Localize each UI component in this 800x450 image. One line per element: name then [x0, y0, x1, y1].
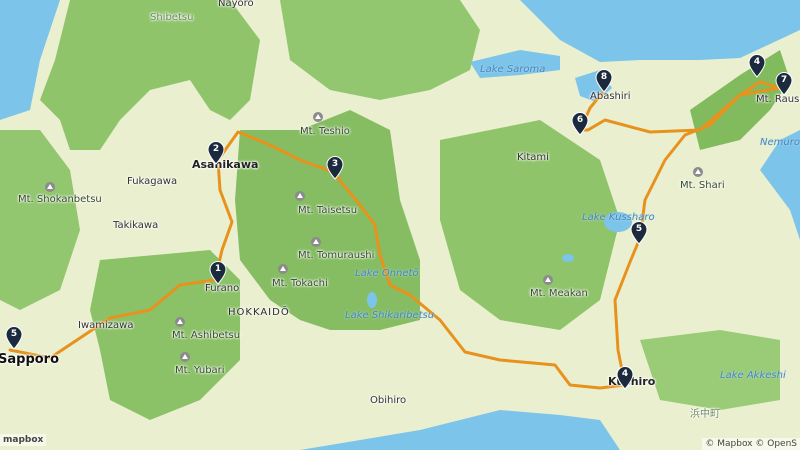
marker-label: 3 [331, 159, 339, 169]
route-marker-5-kussharo[interactable]: 5 [630, 221, 648, 245]
water-label-lake-shikaribetsu: Lake Shikaribetsu [345, 310, 435, 321]
marker-label: 8 [600, 72, 608, 82]
water-label-lake-saroma: Lake Saroma [480, 64, 546, 75]
peak-icon-shari [693, 167, 703, 177]
peak-label-teshio: Mt. Teshio [300, 126, 350, 137]
route-marker-5-sapporo[interactable]: 5 [5, 326, 23, 350]
peak-icon-meakan [543, 275, 553, 285]
route-marker-4-utoro[interactable]: 4 [748, 54, 766, 78]
water-label-lake-onneto: Lake Onnetō [355, 268, 419, 279]
map-attribution[interactable]: © Mapbox © OpenS [702, 438, 800, 450]
peak-label-shokanbetsu: Mt. Shokanbetsu [18, 194, 102, 205]
water-label-lake-akkeshi: Lake Akkeshi [720, 370, 786, 381]
place-label-iwamizawa: Iwamizawa [78, 320, 134, 331]
route-marker-7[interactable]: 7 [775, 72, 793, 96]
place-label-kitami: Kitami [517, 152, 549, 163]
peak-icon-yubari [180, 352, 190, 362]
city-label-asahikawa[interactable]: Asahikawa [192, 158, 258, 171]
marker-label: 1 [214, 264, 222, 274]
mapbox-logo[interactable]: mapbox [0, 434, 47, 446]
place-label-hamanaka: 浜中町 [690, 409, 720, 420]
peak-label-shari: Mt. Shari [680, 180, 725, 191]
peak-icon-taisetsu [295, 191, 305, 201]
route-marker-2[interactable]: 2 [207, 141, 225, 165]
marker-label: 7 [780, 75, 788, 85]
water-label-nemuro-strait: Nemuro Strait [760, 137, 800, 148]
peak-icon-shokanbetsu [45, 182, 55, 192]
peak-label-tokachi: Mt. Tokachi [272, 278, 328, 289]
peak-label-yubari: Mt. Yubari [175, 365, 225, 376]
route-marker-6[interactable]: 6 [571, 112, 589, 136]
peak-label-taisetsu: Mt. Taisetsu [298, 205, 358, 216]
peak-icon-teshio [313, 112, 323, 122]
marker-label: 5 [635, 224, 643, 234]
peak-icon-ashibetsu [175, 317, 185, 327]
route-marker-3[interactable]: 3 [326, 156, 344, 180]
place-label-obihiro: Obihiro [370, 395, 407, 406]
place-label-nayoro: Nayoro [218, 0, 254, 9]
marker-label: 2 [212, 144, 220, 154]
region-label-hokkaido: HOKKAIDŌ [228, 307, 290, 318]
route-marker-4[interactable]: 4 [616, 366, 634, 390]
peak-label-tomuraushi: Mt. Tomuraushi [298, 250, 375, 261]
route-marker-8[interactable]: 8 [595, 69, 613, 93]
place-label-shibetsu: Shibetsu [150, 12, 194, 23]
city-label-sapporo[interactable]: Sapporo [0, 352, 59, 367]
peak-label-meakan: Mt. Meakan [530, 288, 588, 299]
marker-label: 5 [10, 329, 18, 339]
marker-label: 4 [753, 57, 761, 67]
lake-akan [562, 254, 574, 262]
route-marker-1[interactable]: 1 [209, 261, 227, 285]
peak-label-ashibetsu: Mt. Ashibetsu [172, 330, 241, 341]
marker-label: 6 [576, 115, 584, 125]
peak-icon-tomuraushi [311, 237, 321, 247]
place-label-fukagawa: Fukagawa [127, 176, 178, 187]
marker-label: 4 [621, 369, 629, 379]
place-label-takikawa: Takikawa [113, 220, 159, 231]
peak-icon-tokachi [278, 264, 288, 274]
lake-shikaribetsu [367, 292, 377, 308]
